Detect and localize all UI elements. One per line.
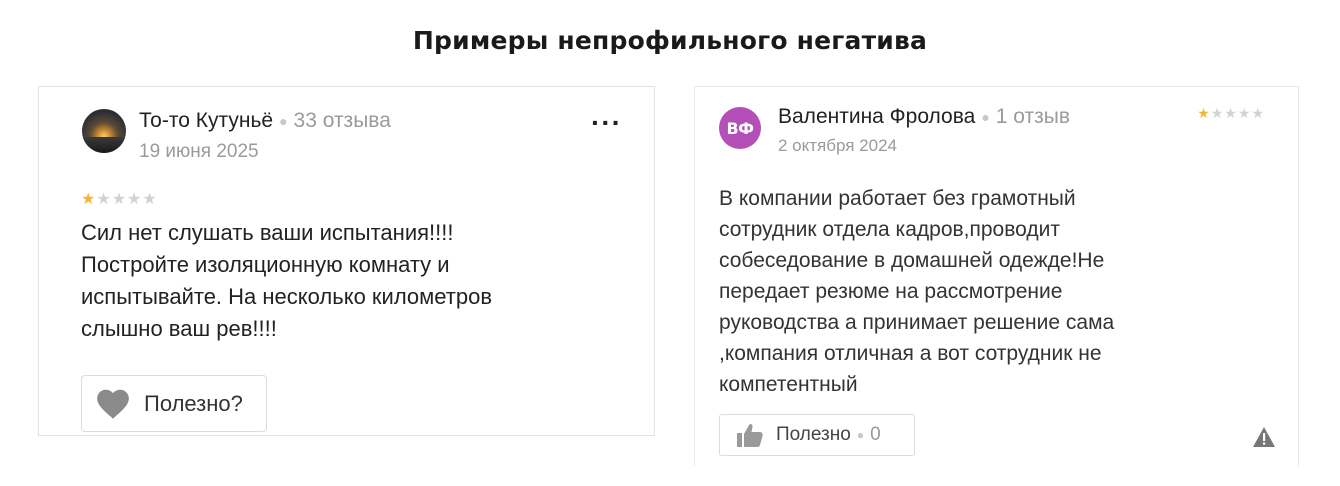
separator-dot: ● [856,428,865,442]
star-filled-icon: ★ [81,191,97,208]
heart-icon [97,389,129,419]
review-date: 19 июня 2025 [139,141,259,162]
review-text-line: передает резюме на рассмотрение [719,280,1063,303]
avatar[interactable]: ВФ [719,107,761,149]
review-card: ВФ Валентина Фролова ● 1 отзыв 2 октября 2… [694,86,1299,466]
review-card: То-то Кутуньё ● 33 отзыва 19 июня 2025 ···… [38,86,655,436]
page-title: Примеры непрофильного негатива [412,26,928,55]
author-name[interactable]: Валентина Фролова [778,105,975,128]
thumbs-up-icon [737,423,763,447]
separator-dot: ● [981,109,990,126]
author-review-count: 33 отзыва [293,109,391,132]
avatar[interactable] [82,109,126,153]
review-text-line: испытывайте. На несколько километров [81,284,493,309]
review-date: 2 октября 2024 [778,136,897,155]
star-empty-icon: ★ [1224,105,1238,121]
separator-dot: ● [279,113,288,130]
star-empty-icon: ★ [142,191,158,208]
star-filled-icon: ★ [1197,105,1211,121]
review-author-line: То-то Кутуньё ● 33 отзыва [139,109,391,133]
review-text-line: компетентный [719,373,858,396]
useful-button[interactable]: Полезно ● 0 [719,414,915,456]
rating-stars: ★★★★★ [81,189,158,209]
review-text-line: слышно ваш рев!!!! [81,316,277,341]
star-empty-icon: ★ [127,191,143,208]
star-empty-icon: ★ [1251,105,1265,121]
more-dots-icon[interactable]: ··· [591,109,622,137]
useful-button[interactable]: Полезно? [81,375,267,432]
star-empty-icon: ★ [1237,105,1252,121]
review-text-line: руководства а принимает решение сама [719,311,1115,334]
review-text: В компании работает без грамотный сотруд… [719,183,1189,400]
warning-icon[interactable] [1252,426,1276,448]
review-text: Сил нет слушать ваши испытания!!!! Постр… [81,217,601,345]
review-text-line: Сил нет слушать ваши испытания!!!! [81,220,454,245]
author-name[interactable]: То-то Кутуньё [139,109,273,132]
review-text-line: Постройте изоляционную комнату и [81,252,450,277]
star-empty-icon: ★ [96,191,112,208]
review-author-line: Валентина Фролова ● 1 отзыв [778,105,1070,129]
useful-label: Полезно [776,424,851,445]
useful-count: 0 [870,424,881,445]
review-text-line: В компании работает без грамотный [719,187,1076,210]
useful-label: Полезно? [144,390,243,416]
review-text-line: ,компания отличная а вот сотрудник не [719,342,1102,365]
review-text-line: сотрудник отдела кадров,проводит [719,218,1060,241]
review-text-line: собеседование в домашней одежде!Не [719,249,1105,272]
star-empty-icon: ★ [111,191,128,208]
author-review-count: 1 отзыв [995,105,1071,128]
star-empty-icon: ★ [1210,105,1225,121]
rating-stars: ★★★★★ [1197,105,1265,122]
